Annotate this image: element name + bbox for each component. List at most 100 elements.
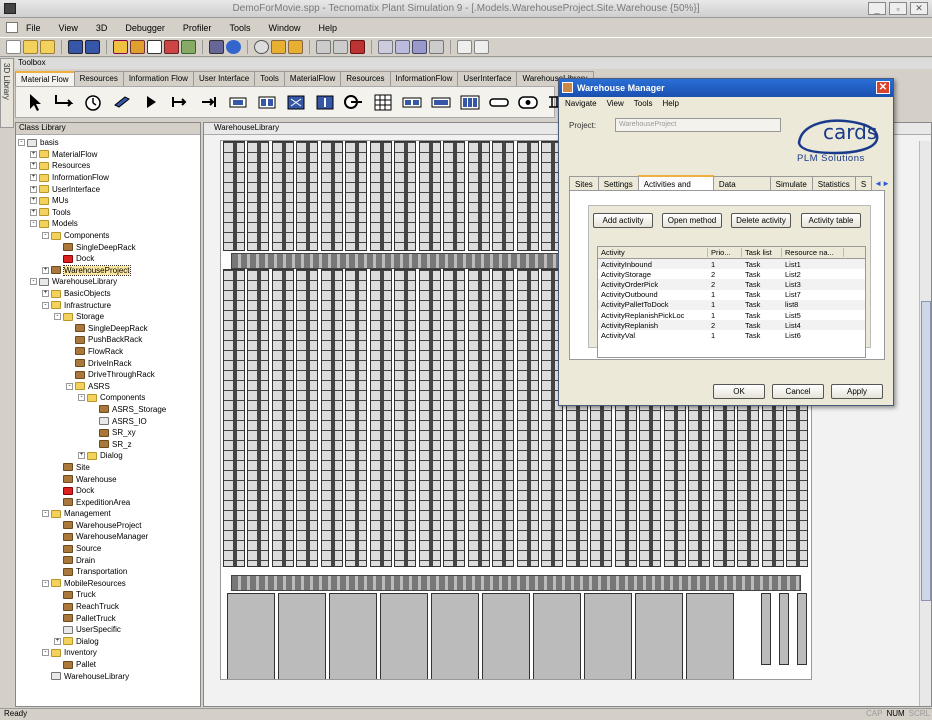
tab-resources[interactable]: Resources — [73, 71, 124, 86]
menu-3d[interactable]: 3D — [96, 23, 117, 33]
turntable-icon[interactable] — [517, 91, 539, 113]
source-icon[interactable] — [111, 91, 133, 113]
activity-table[interactable]: Activity Prio... Task list Resource na..… — [597, 246, 866, 358]
collapse-icon[interactable]: - — [42, 232, 49, 240]
line-icon[interactable] — [488, 91, 510, 113]
open-folder-icon[interactable] — [40, 40, 55, 54]
tree-item[interactable]: - Components — [18, 230, 200, 242]
tree-item[interactable]: WarehouseManager — [18, 531, 200, 543]
collapse-icon[interactable]: - — [42, 649, 49, 657]
exit-icon[interactable] — [198, 91, 220, 113]
col-priority[interactable]: Prio... — [708, 248, 742, 257]
collapse-icon[interactable]: - — [18, 139, 25, 147]
tab-simulate[interactable]: Simulate — [769, 176, 813, 190]
collapse-icon[interactable]: - — [42, 301, 49, 309]
expand-icon[interactable]: + — [30, 197, 37, 205]
play-icon[interactable] — [140, 91, 162, 113]
menu-profiler[interactable]: Profiler — [183, 23, 221, 33]
document-icon[interactable] — [6, 22, 18, 33]
apply-button[interactable]: Apply — [831, 384, 883, 399]
tree-item[interactable]: + MaterialFlow — [18, 149, 200, 161]
tab-resources-2[interactable]: Resources — [340, 71, 391, 86]
delete-icon[interactable] — [350, 40, 365, 54]
dismantle-icon[interactable] — [314, 91, 336, 113]
tree-item[interactable]: - basis — [18, 137, 200, 149]
maximize-button[interactable]: ▫ — [889, 2, 907, 15]
tab-settings[interactable]: Settings — [597, 176, 639, 190]
save-icon[interactable] — [68, 40, 83, 54]
favorites-icon[interactable] — [164, 40, 179, 54]
close-button[interactable]: ✕ — [910, 2, 928, 15]
collapse-icon[interactable]: - — [42, 510, 49, 518]
tree-item[interactable]: + MUs — [18, 195, 200, 207]
tree-item[interactable]: PalletTruck — [18, 612, 200, 624]
tree-item[interactable]: Dock — [18, 253, 200, 265]
event-controller-icon[interactable] — [82, 91, 104, 113]
expand-icon[interactable]: + — [78, 452, 85, 460]
expand-icon[interactable]: + — [30, 185, 37, 193]
tree-item[interactable]: - Inventory — [18, 647, 200, 659]
conveyor-icon[interactable] — [343, 91, 365, 113]
menu-tools[interactable]: Tools — [229, 23, 259, 33]
tree-item[interactable]: WarehouseProject — [18, 520, 200, 532]
tree-item[interactable]: - Management — [18, 508, 200, 520]
col-task-list[interactable]: Task list — [742, 248, 782, 257]
dialog-menu-tools[interactable]: Tools — [634, 99, 653, 111]
cut-icon[interactable] — [316, 40, 331, 54]
cancel-button[interactable]: Cancel — [772, 384, 824, 399]
tab-sites[interactable]: Sites — [569, 176, 599, 190]
menu-view[interactable]: View — [59, 23, 87, 33]
tab-user-interface[interactable]: User Interface — [192, 71, 256, 86]
open-icon[interactable] — [23, 40, 38, 54]
menu-help[interactable]: Help — [318, 23, 346, 33]
table-row[interactable]: ActivityPalletToDock 1 Task list8 — [598, 299, 865, 310]
table-row[interactable]: ActivityStorage 2 Task List2 — [598, 269, 865, 279]
tab-activities-and-tasks[interactable]: Activities and Tasks — [637, 175, 714, 198]
tree-item[interactable]: + UserInterface — [18, 183, 200, 195]
collapse-icon[interactable]: - — [54, 313, 61, 321]
tree-item[interactable]: - Models — [18, 218, 200, 230]
expand-icon[interactable]: + — [42, 290, 49, 298]
expand-icon[interactable]: + — [30, 174, 37, 182]
expand-icon[interactable]: + — [42, 266, 49, 274]
library-side-tab[interactable]: 3D Library — [0, 58, 14, 128]
collapse-icon[interactable]: - — [42, 579, 49, 587]
tree-item[interactable]: Warehouse — [18, 473, 200, 485]
tab-scroll-arrows-icon[interactable]: ◄► — [871, 176, 893, 190]
collapse-icon[interactable]: - — [78, 394, 85, 402]
table-row[interactable]: ActivityOutbound 1 Task List7 — [598, 290, 865, 300]
model-icon[interactable] — [181, 40, 196, 54]
parallel-station-icon[interactable] — [256, 91, 278, 113]
network-icon[interactable] — [209, 40, 224, 54]
tree-item[interactable]: Transportation — [18, 566, 200, 578]
tree-item[interactable]: + WarehouseProject — [18, 264, 200, 277]
entry-icon[interactable] — [169, 91, 191, 113]
buffer-icon[interactable] — [401, 91, 423, 113]
frame-icon[interactable] — [474, 40, 489, 54]
dialog-menu-help[interactable]: Help — [662, 99, 678, 111]
tree-item[interactable]: + Tools — [18, 207, 200, 219]
tree-item[interactable]: UserSpecific — [18, 624, 200, 636]
col-activity[interactable]: Activity — [598, 248, 708, 257]
table-row[interactable]: ActivityOrderPick 2 Task List3 — [598, 279, 865, 290]
tree-item[interactable]: + Resources — [18, 160, 200, 172]
tree-item[interactable]: Site — [18, 462, 200, 474]
console-icon[interactable] — [147, 40, 162, 54]
expand-icon[interactable]: + — [30, 162, 37, 170]
tree-item[interactable]: FlowRack — [18, 346, 200, 358]
tree-item[interactable]: Dock — [18, 485, 200, 497]
tab-data-interface[interactable]: Data interface — [712, 176, 771, 198]
tree-item[interactable]: - MobileResources — [18, 578, 200, 590]
tree-item[interactable]: - Components — [18, 392, 200, 404]
tab-userinterface-2[interactable]: UserInterface — [457, 71, 518, 86]
dialog-menu-navigate[interactable]: Navigate — [565, 99, 597, 111]
zoom-icon[interactable] — [271, 40, 286, 54]
tab-statistics[interactable]: Statistics — [811, 176, 856, 190]
activity-table-button[interactable]: Activity table — [801, 213, 861, 228]
menu-file[interactable]: File — [26, 23, 50, 33]
tree-item[interactable]: SingleDeepRack — [18, 241, 200, 253]
class-library-icon[interactable] — [113, 40, 128, 54]
tree-item[interactable]: DriveInRack — [18, 357, 200, 369]
table-row[interactable]: ActivityVal 1 Task List6 — [598, 330, 865, 340]
tree-item[interactable]: ReachTruck — [18, 601, 200, 613]
